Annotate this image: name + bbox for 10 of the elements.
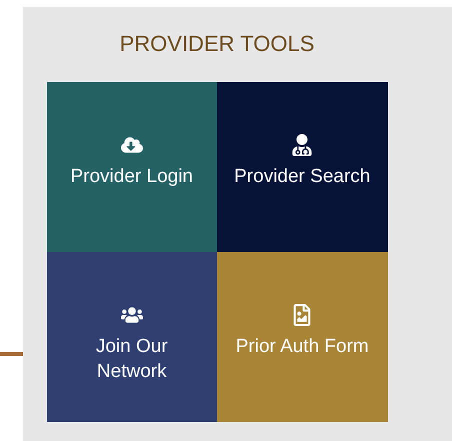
tile-label: Prior Auth Form: [236, 335, 369, 359]
tile-label: Join Our Network: [96, 335, 168, 384]
tile-label: Provider Search: [234, 165, 370, 189]
tile-label: Provider Login: [70, 165, 194, 189]
image-file-icon: [291, 304, 314, 326]
tool-tile[interactable]: Provider Search: [217, 82, 388, 252]
section-title: PROVIDER TOOLS: [120, 31, 314, 57]
tool-tile[interactable]: Provider Login: [46, 82, 217, 252]
tool-tile[interactable]: Join Our Network: [46, 252, 217, 422]
doctor-icon: [291, 134, 314, 156]
